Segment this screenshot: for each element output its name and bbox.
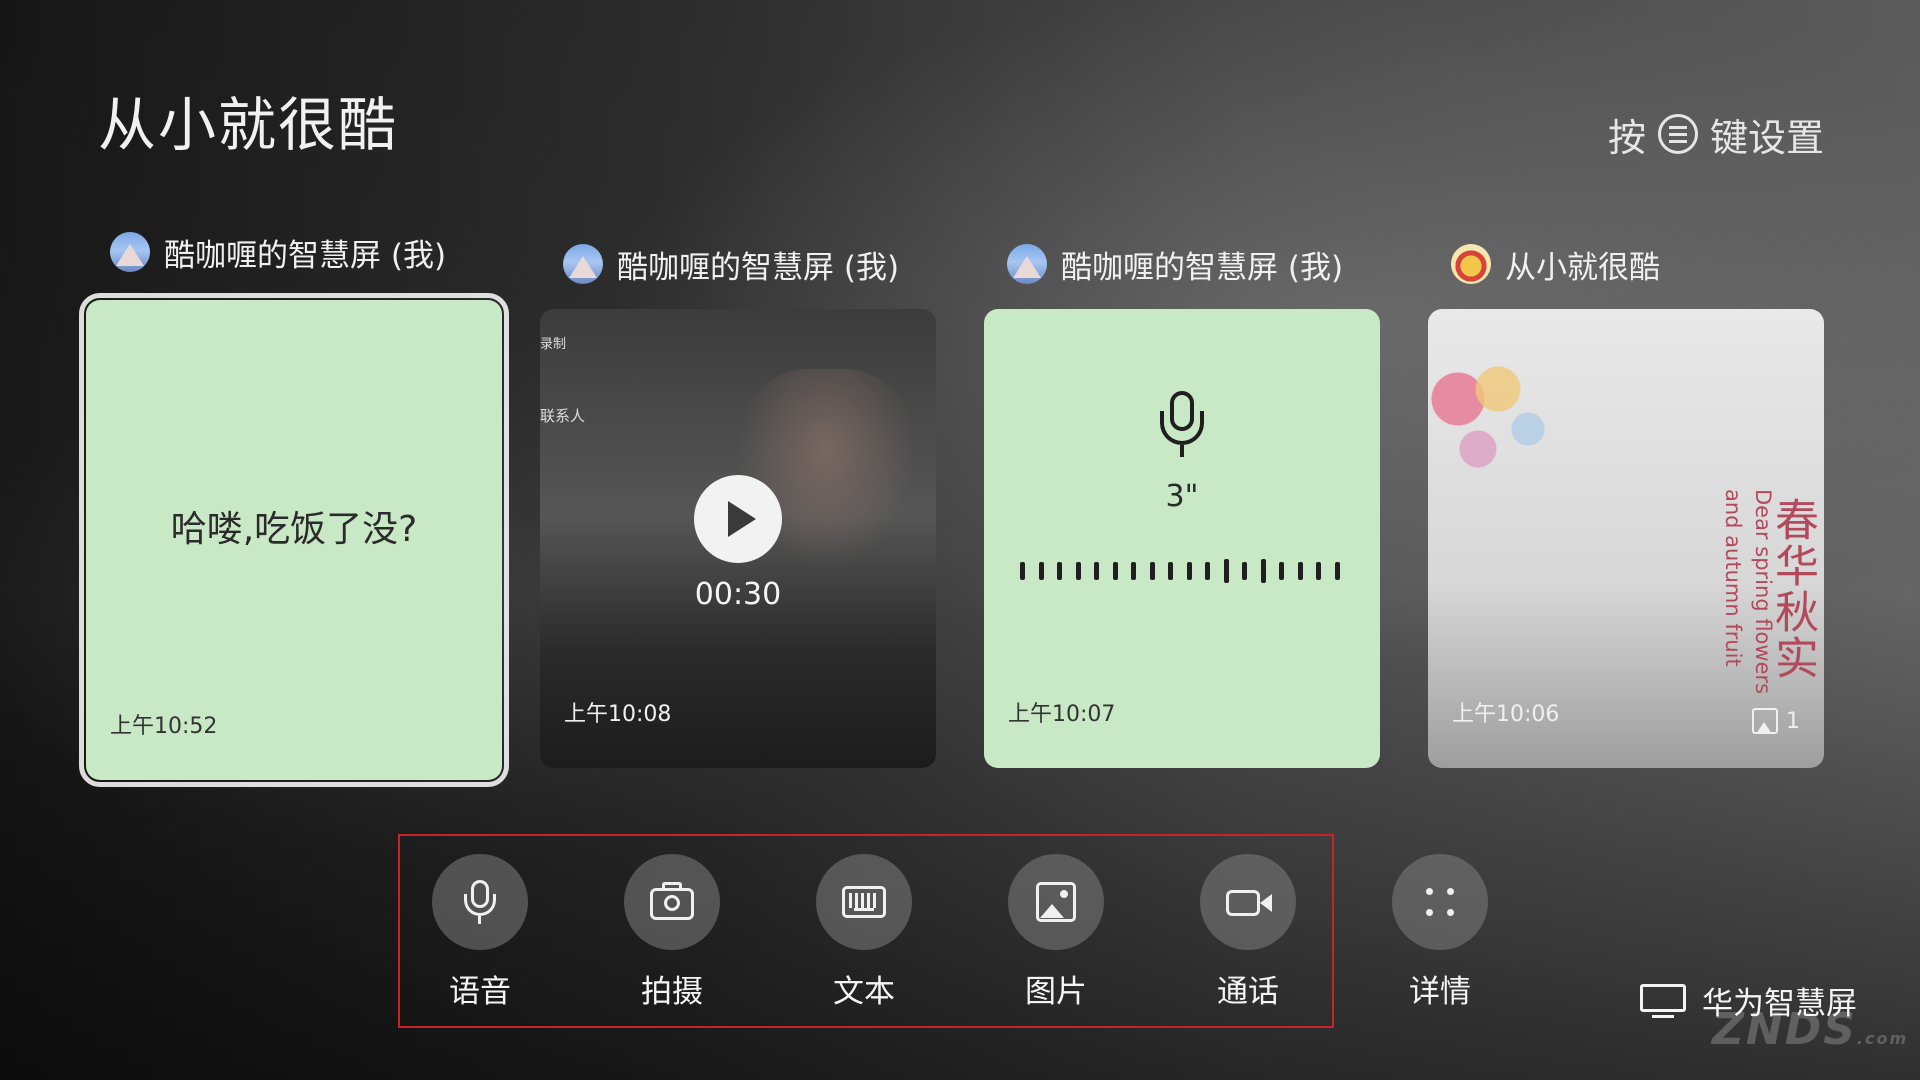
message-card-voice[interactable]: 3" 上午10:07 — [984, 309, 1380, 768]
sender-name: 酷咖喱的智慧屏 (我) — [1061, 249, 1344, 286]
image-button-label: 图片 — [1025, 974, 1087, 1010]
tv-icon — [1640, 983, 1686, 1018]
video-overlay-text: 录制 — [540, 337, 567, 352]
message-card-text[interactable]: 哈喽,吃饭了没? 上午10:52 — [79, 293, 509, 787]
message-time: 上午10:52 — [110, 714, 218, 739]
call-button[interactable]: 通话 — [1193, 854, 1303, 1011]
image-icon — [1008, 854, 1104, 950]
keyboard-icon — [816, 854, 912, 950]
video-duration: 00:30 — [694, 577, 782, 612]
camera-icon — [624, 854, 720, 950]
details-button-label: 详情 — [1409, 974, 1471, 1010]
watermark: ZNDS.com — [1712, 1004, 1908, 1055]
capture-button[interactable]: 拍摄 — [617, 854, 727, 1011]
capture-button-label: 拍摄 — [641, 974, 703, 1010]
sender-name: 酷咖喱的智慧屏 (我) — [164, 237, 447, 274]
photo-caption-en-line: and autumn fruit — [1721, 489, 1745, 667]
mic-icon — [432, 854, 528, 950]
sender-label: 酷咖喱的智慧屏 (我) — [563, 242, 899, 286]
voice-button[interactable]: 语音 — [425, 854, 535, 1011]
menu-hint-suffix: 键设置 — [1709, 115, 1824, 160]
image-count: 1 — [1752, 708, 1800, 734]
menu-icon — [1657, 114, 1698, 154]
watermark-text: ZNDS — [1712, 1004, 1857, 1055]
page-title: 从小就很酷 — [98, 91, 399, 159]
photo-caption-en-line: Dear spring flowers — [1751, 489, 1775, 695]
voice-button-label: 语音 — [449, 974, 511, 1010]
photo-caption-en: Dear spring flowers and autumn fruit — [1718, 489, 1778, 694]
message-card-video[interactable]: 录制 联系人 00:30 上午10:08 — [540, 309, 936, 768]
text-button[interactable]: 文本 — [809, 854, 919, 1011]
voice-waveform — [1020, 557, 1340, 585]
sender-name: 从小就很酷 — [1505, 249, 1660, 286]
video-overlay-text: 联系人 — [540, 407, 586, 425]
message-time: 上午10:06 — [1452, 702, 1560, 727]
voice-length: 3" — [1165, 479, 1199, 514]
mountain-avatar — [1007, 244, 1047, 284]
sun-avatar — [1451, 244, 1491, 284]
menu-hint: 按 键设置 — [1608, 106, 1824, 162]
mic-icon — [1160, 391, 1204, 457]
flower-illustration — [1428, 309, 1568, 509]
play-icon[interactable] — [694, 475, 782, 563]
message-text: 哈喽,吃饭了没? — [170, 509, 418, 550]
sender-name: 酷咖喱的智慧屏 (我) — [617, 249, 900, 286]
text-button-label: 文本 — [833, 974, 895, 1010]
details-button[interactable]: 详情 — [1385, 854, 1495, 1011]
sender-label: 从小就很酷 — [1451, 242, 1660, 286]
message-time: 上午10:08 — [564, 702, 672, 727]
image-icon — [1752, 708, 1778, 734]
dots-icon — [1392, 854, 1488, 950]
message-time: 上午10:07 — [1008, 702, 1116, 727]
watermark-suffix: .com — [1856, 1029, 1909, 1048]
video-call-icon — [1200, 854, 1296, 950]
sender-label: 酷咖喱的智慧屏 (我) — [110, 230, 446, 274]
mountain-avatar — [563, 244, 603, 284]
call-button-label: 通话 — [1217, 974, 1279, 1010]
menu-hint-prefix: 按 — [1607, 115, 1646, 160]
message-card-image[interactable]: 春华秋实 Dear spring flowers and autumn frui… — [1428, 309, 1824, 768]
mountain-avatar — [110, 232, 150, 272]
sender-label: 酷咖喱的智慧屏 (我) — [1007, 242, 1343, 286]
image-button[interactable]: 图片 — [1001, 854, 1111, 1011]
image-count-value: 1 — [1786, 708, 1800, 734]
